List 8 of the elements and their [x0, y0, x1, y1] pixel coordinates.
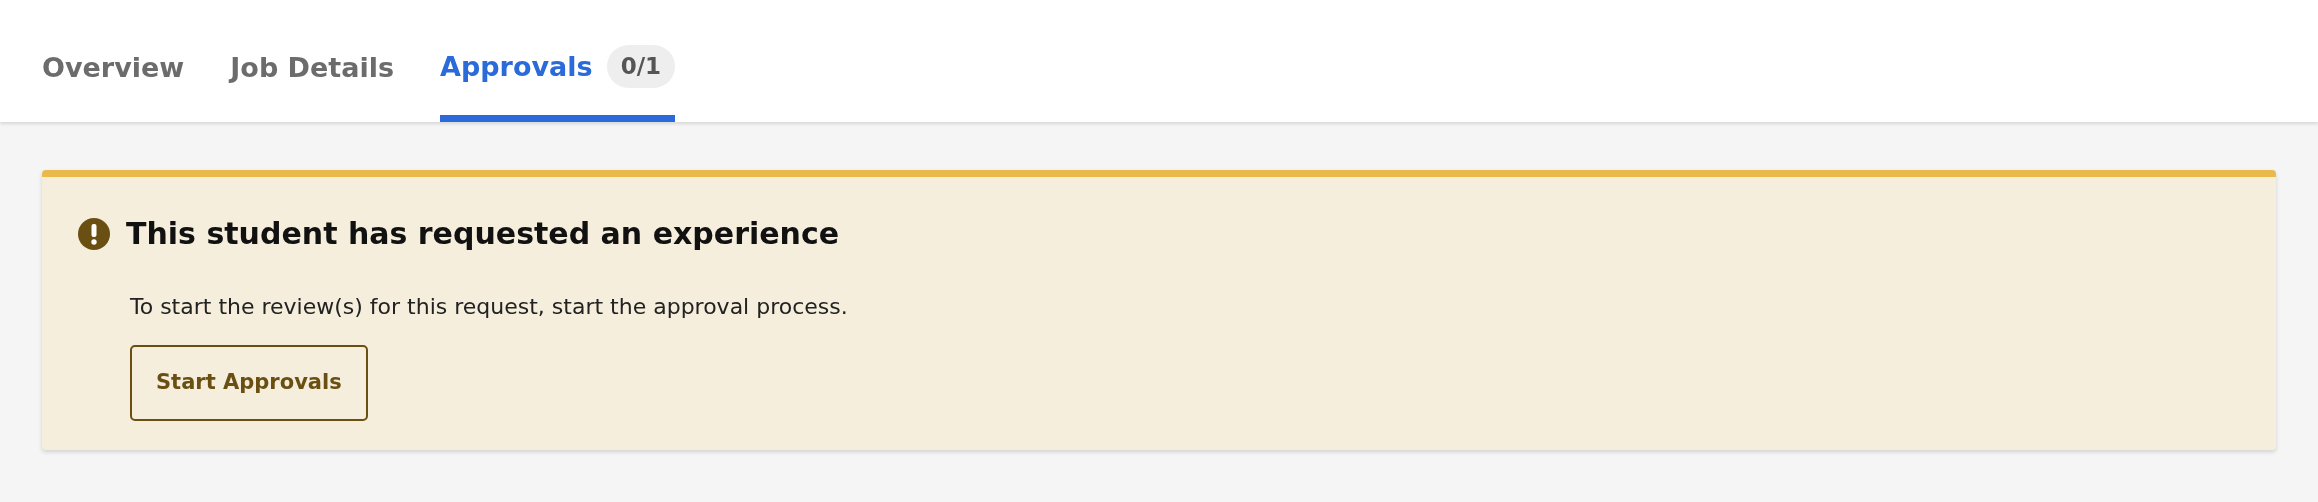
start-approvals-button[interactable]: Start Approvals: [130, 345, 368, 421]
warning-icon: [78, 217, 110, 250]
count-badge: 0/1: [606, 45, 676, 88]
alert-message: To start the review(s) for this request, start the approval process.: [130, 293, 849, 321]
tab[interactable]: Job Details: [230, 54, 395, 122]
tab[interactable]: Overview: [42, 54, 185, 122]
tab[interactable]: Approvals 0/1: [440, 45, 676, 122]
alert-title: This student has requested an experience: [126, 215, 840, 253]
